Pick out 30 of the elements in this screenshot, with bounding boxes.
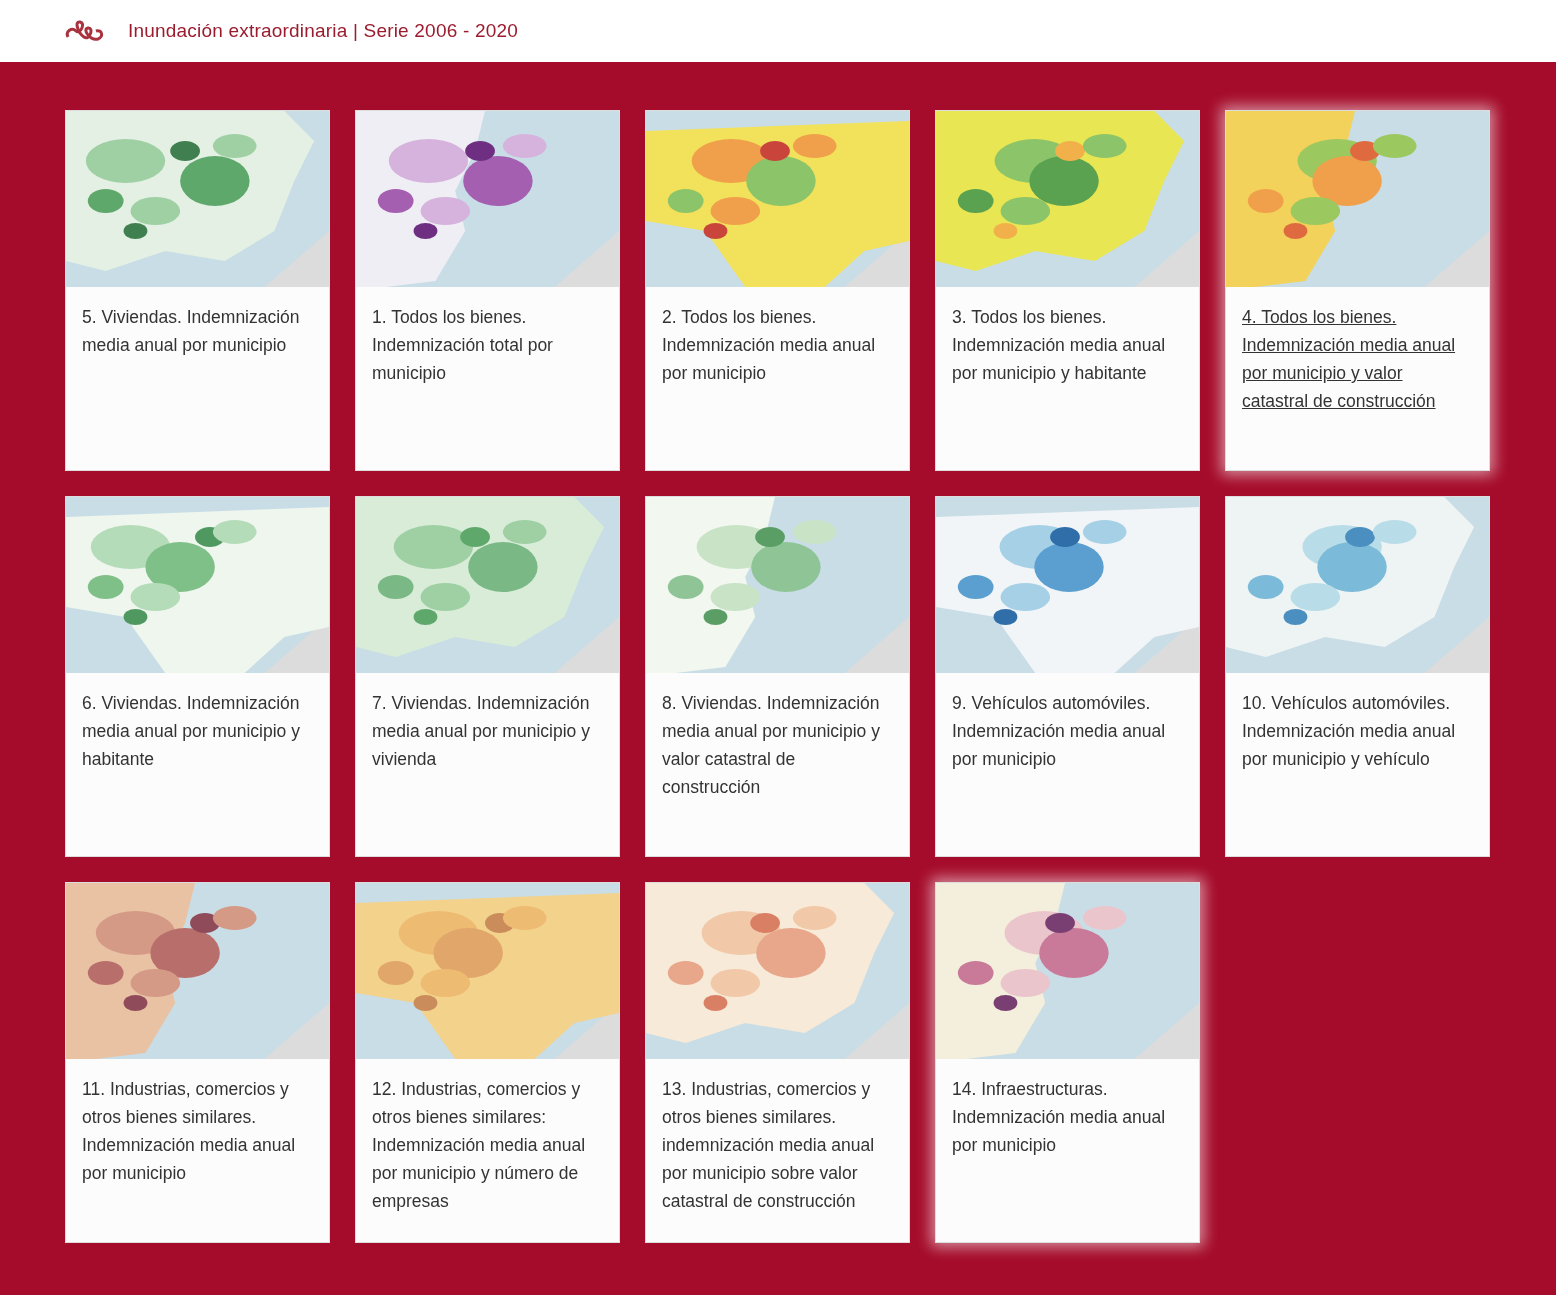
card-title: 12. Industrias, comercios y otros bienes similares: Indemnización media anual por municipio y número de empresas	[371, 1078, 587, 1213]
map-card[interactable]: 12. Industrias, comercios y otros bienes similares: Indemnización media anual por municipio y número de empresas	[355, 882, 620, 1243]
map-card[interactable]: 10. Vehículos automóviles. Indemnización media anual por municipio y vehículo	[1225, 496, 1490, 857]
card-title: 6. Viviendas. Indemnización media anual por municipio y habitante	[81, 692, 301, 771]
map-card[interactable]: 8. Viviendas. Indemnización media anual por municipio y valor catastral de construcción	[645, 496, 910, 857]
map-card[interactable]: 4. Todos los bienes. Indemnización media anual por municipio y valor catastral de construcción	[1225, 110, 1490, 471]
card-title: 5. Viviendas. Indemnización media anual por municipio	[81, 306, 301, 357]
card-title: 11. Industrias, comercios y otros bienes similares. Indemnización media anual por municipio	[81, 1078, 297, 1185]
card-title: 14. Infraestructuras. Indemnización media anual por municipio	[951, 1078, 1167, 1157]
card-title: 8. Viviendas. Indemnización media anual por municipio y valor catastral de construcción	[661, 692, 881, 799]
map-card[interactable]: 11. Industrias, comercios y otros bienes similares. Indemnización media anual por municipio	[65, 882, 330, 1243]
card-title: 2. Todos los bienes. Indemnización media anual por municipio	[661, 306, 877, 385]
map-card[interactable]: 6. Viviendas. Indemnización media anual por municipio y habitante	[65, 496, 330, 857]
map-card[interactable]: 1. Todos los bienes. Indemnización total por municipio	[355, 110, 620, 471]
card-title: 10. Vehículos automóviles. Indemnización media anual por municipio y vehículo	[1241, 692, 1457, 771]
card-title: 7. Viviendas. Indemnización media anual por municipio y vivienda	[371, 692, 591, 771]
map-card[interactable]: 14. Infraestructuras. Indemnización media anual por municipio	[935, 882, 1200, 1243]
map-card[interactable]: 7. Viviendas. Indemnización media anual por municipio y vivienda	[355, 496, 620, 857]
map-card[interactable]: 9. Vehículos automóviles. Indemnización media anual por municipio	[935, 496, 1200, 857]
card-title: 1. Todos los bienes. Indemnización total por municipio	[371, 306, 554, 385]
card-title: 13. Industrias, comercios y otros bienes similares. indemnización media anual por municipio sobre valor catastral de construcción	[661, 1078, 876, 1213]
card-title: 4. Todos los bienes. Indemnización media anual por municipio y valor catastral de construcción	[1241, 306, 1457, 413]
map-card[interactable]: 13. Industrias, comercios y otros bienes similares. indemnización media anual por municipio sobre valor catastral de construcción	[645, 882, 910, 1243]
map-card[interactable]: 2. Todos los bienes. Indemnización media anual por municipio	[645, 110, 910, 471]
card-title: 9. Vehículos automóviles. Indemnización media anual por municipio	[951, 692, 1167, 771]
logo-icon	[64, 19, 106, 43]
card-title: 3. Todos los bienes. Indemnización media anual por municipio y habitante	[951, 306, 1167, 385]
map-card[interactable]: 3. Todos los bienes. Indemnización media anual por municipio y habitante	[935, 110, 1200, 471]
page-title: Inundación extraordinaria | Serie 2006 - 2020	[128, 18, 518, 43]
map-card[interactable]: 5. Viviendas. Indemnización media anual por municipio	[65, 110, 330, 471]
